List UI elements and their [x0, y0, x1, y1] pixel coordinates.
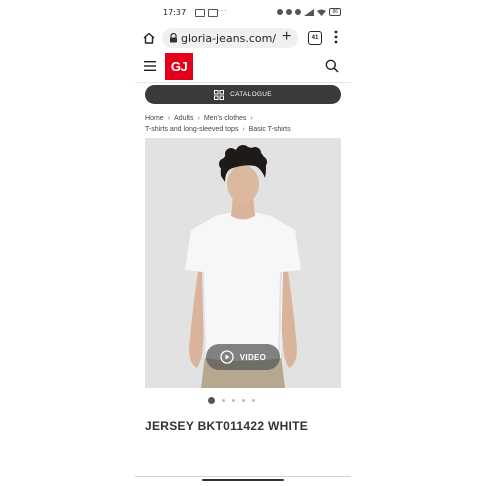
- pagination-dot[interactable]: [241, 399, 245, 402]
- divider: [135, 476, 351, 477]
- wifi-icon: [317, 9, 327, 16]
- alarm-icon: [286, 9, 293, 15]
- video-label: VIDEO: [239, 352, 267, 362]
- vibrate-icon: [277, 9, 284, 15]
- browser-toolbar: gloria-jeans.com/ + 41: [135, 26, 351, 50]
- product-title: JERSEY BKT011422 WHITE: [145, 419, 309, 433]
- play-icon: [220, 350, 234, 364]
- breadcrumb-home[interactable]: Home: [145, 113, 164, 124]
- pagination-dot[interactable]: [231, 399, 235, 402]
- url-text[interactable]: gloria-jeans.com/: [181, 32, 276, 45]
- browser-menu-icon[interactable]: [334, 30, 338, 44]
- hamburger-menu-icon[interactable]: [144, 61, 156, 71]
- notification-icons: [195, 9, 218, 17]
- pagination-dot-active[interactable]: [207, 397, 215, 404]
- battery-icon: 86: [329, 8, 341, 16]
- more-notifications: ···: [217, 6, 228, 15]
- pagination-dot[interactable]: [251, 399, 255, 402]
- breadcrumb-mens-clothes[interactable]: Men's clothes: [204, 113, 247, 124]
- breadcrumb-basic-tshirts[interactable]: Basic T-shirts: [249, 124, 291, 135]
- catalogue-button[interactable]: CATALOGUE: [145, 85, 341, 104]
- grid-icon: [214, 89, 225, 100]
- chevron-right-icon: ›: [250, 115, 253, 122]
- home-icon[interactable]: [142, 31, 156, 45]
- address-bar[interactable]: gloria-jeans.com/: [162, 28, 298, 48]
- search-icon[interactable]: [325, 59, 339, 73]
- lock-icon: [170, 33, 177, 43]
- catalogue-label: CATALOGUE: [230, 91, 272, 98]
- phone-screen: 17:37 ··· 86 gloria-jeans.com/ + 41 GJ C…: [135, 0, 351, 486]
- chevron-right-icon: ›: [197, 115, 200, 122]
- signal-icon: [304, 8, 315, 16]
- status-time: 17:37: [163, 8, 187, 17]
- breadcrumb: Home › Adults › Men's clothes › T-shirts…: [145, 113, 345, 135]
- brand-logo[interactable]: GJ: [165, 53, 193, 80]
- breadcrumb-adults[interactable]: Adults: [174, 113, 193, 124]
- product-image[interactable]: VIDEO: [145, 138, 341, 388]
- chevron-right-icon: ›: [167, 115, 171, 122]
- status-icons: 86: [277, 8, 341, 16]
- home-indicator[interactable]: [202, 479, 284, 481]
- breadcrumb-tshirts[interactable]: T-shirts and long-sleeved tops: [145, 124, 238, 135]
- data-icon: [295, 9, 302, 15]
- tab-switcher-icon[interactable]: 41: [308, 31, 322, 45]
- status-bar: 17:37 ··· 86: [135, 0, 351, 26]
- site-header: GJ: [135, 50, 351, 83]
- new-tab-icon[interactable]: +: [282, 29, 291, 45]
- chevron-right-icon: ›: [242, 126, 245, 133]
- image-pagination: [135, 397, 339, 404]
- video-button[interactable]: VIDEO: [206, 344, 280, 370]
- pagination-dot[interactable]: [221, 399, 225, 402]
- notification-icon: [195, 9, 205, 17]
